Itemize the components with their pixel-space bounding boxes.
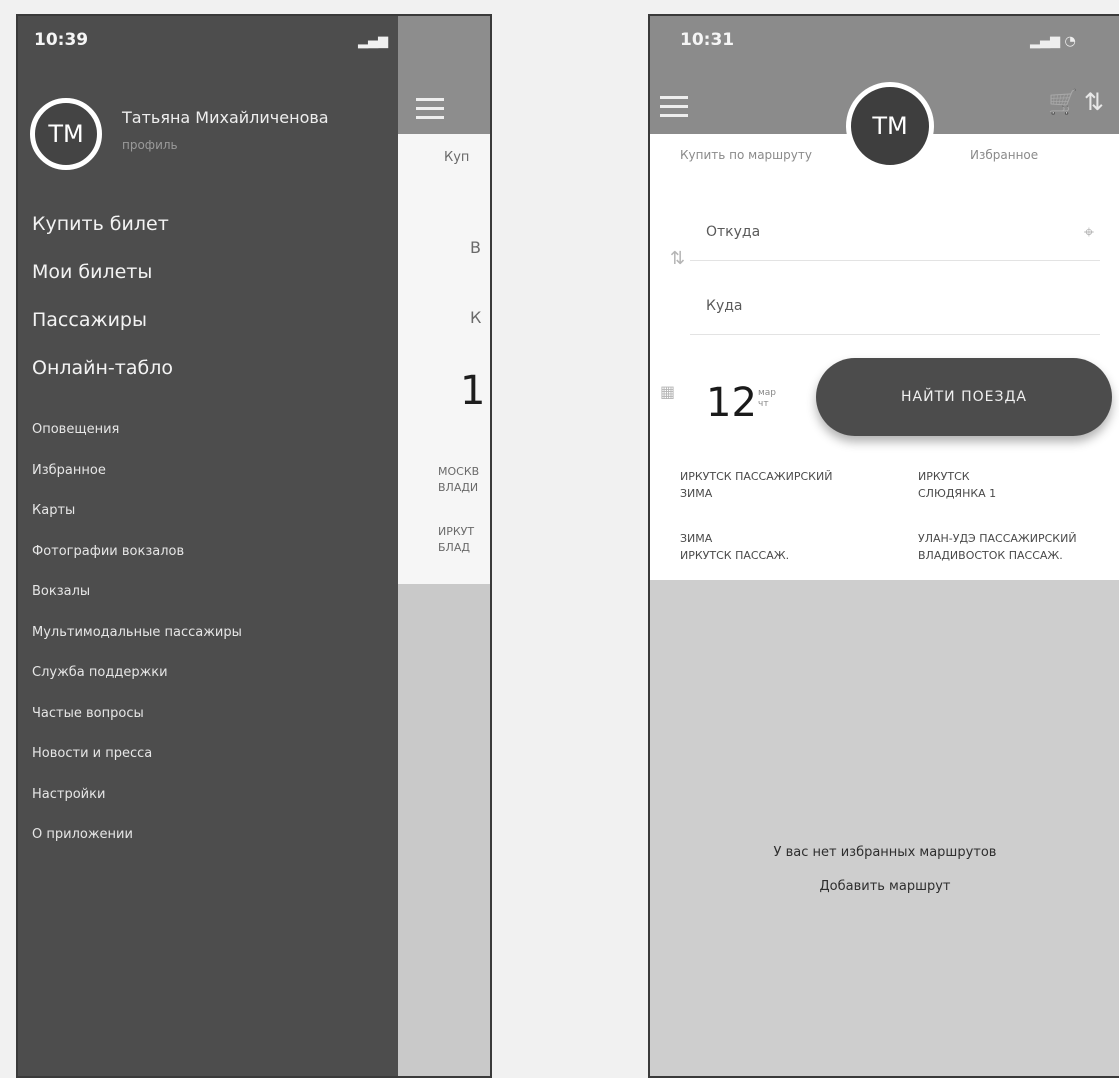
avatar[interactable]: ТМ — [846, 82, 934, 170]
from-field[interactable]: Откуда ⌖ — [690, 204, 1100, 261]
underlying-date-fragment: 1 — [460, 368, 486, 414]
location-icon[interactable]: ⌖ — [1084, 222, 1094, 243]
signal-icon: ▂▄▆ ◔ — [1030, 34, 1076, 49]
recent-route[interactable]: УЛАН-УДЭ ПАССАЖИРСКИЙ ВЛАДИВОСТОК ПАССАЖ. — [918, 530, 1077, 564]
menu-item-about[interactable]: О приложении — [32, 815, 242, 856]
status-time: 10:39 — [34, 30, 89, 50]
menu-item-station-photos[interactable]: Фотографии вокзалов — [32, 532, 242, 573]
calendar-icon[interactable]: ▦ — [660, 382, 675, 401]
avatar[interactable]: ТМ — [30, 98, 102, 170]
cart-icon[interactable]: 🛒⇅ — [1048, 88, 1110, 116]
underlying-gray-area — [398, 584, 490, 1076]
date-month: мар чт — [758, 388, 777, 409]
menu-icon[interactable] — [416, 98, 444, 120]
navigation-drawer: 10:39 ▂▄▆ ТМ Татьяна Михайличенова профи… — [18, 16, 398, 1076]
tab-favorites[interactable]: Избранное — [970, 148, 1038, 162]
menu-item-online-board[interactable]: Онлайн-табло — [32, 344, 173, 392]
menu-item-passengers[interactable]: Пассажиры — [32, 296, 173, 344]
menu-item-support[interactable]: Служба поддержки — [32, 653, 242, 694]
menu-item-multimodal[interactable]: Мультимодальные пассажиры — [32, 613, 242, 654]
underlying-tab: Куп — [444, 150, 470, 165]
menu-item-notifications[interactable]: Оповещения — [32, 410, 242, 451]
underlying-to-fragment: К — [470, 308, 482, 327]
underlying-header — [398, 16, 490, 134]
find-trains-button[interactable]: НАЙТИ ПОЕЗДА — [816, 358, 1112, 436]
right-phone-screen: 10:31 ▂▄▆ ◔ 🛒⇅ ТМ Купить по маршруту Изб… — [648, 14, 1119, 1078]
tab-buy-by-route[interactable]: Купить по маршруту — [680, 148, 812, 162]
menu-item-stations[interactable]: Вокзалы — [32, 572, 242, 613]
recent-route[interactable]: ИРКУТСК ПАССАЖИРСКИЙ ЗИМА — [680, 468, 832, 502]
menu-item-buy-ticket[interactable]: Купить билет — [32, 200, 173, 248]
main-menu: Купить билет Мои билеты Пассажиры Онлайн… — [32, 200, 173, 392]
profile-link[interactable]: профиль — [122, 138, 178, 152]
status-time: 10:31 — [680, 30, 735, 50]
to-label: Куда — [706, 298, 743, 314]
recent-route[interactable]: ИРКУТСК СЛЮДЯНКА 1 — [918, 468, 996, 502]
menu-item-maps[interactable]: Карты — [32, 491, 242, 532]
menu-item-my-tickets[interactable]: Мои билеты — [32, 248, 173, 296]
underlying-route-fragment: ИРКУТ БЛАД — [438, 525, 475, 554]
menu-icon[interactable] — [660, 96, 688, 118]
menu-item-favorites[interactable]: Избранное — [32, 451, 242, 492]
date-day[interactable]: 12 — [706, 380, 757, 426]
empty-favorites: У вас нет избранных маршрутов Добавить м… — [650, 836, 1119, 904]
underlying-route-fragment: МОСКВ ВЛАДИ — [438, 465, 480, 494]
favorites-panel — [650, 580, 1119, 1076]
recent-route[interactable]: ЗИМА ИРКУТСК ПАССАЖ. — [680, 530, 789, 564]
menu-item-settings[interactable]: Настройки — [32, 775, 242, 816]
left-phone-screen: Куп В К 1 МОСКВ ВЛАДИ ИРКУТ БЛАД 10:39 ▂… — [16, 14, 492, 1078]
underlying-from-fragment: В — [470, 238, 481, 257]
swap-icon[interactable]: ⇅ — [670, 248, 685, 269]
secondary-menu: Оповещения Избранное Карты Фотографии во… — [32, 410, 242, 856]
underlying-body — [398, 134, 490, 584]
signal-icon: ▂▄▆ — [358, 34, 388, 49]
menu-item-news[interactable]: Новости и пресса — [32, 734, 242, 775]
user-name[interactable]: Татьяна Михайличенова — [122, 108, 329, 127]
add-route-link[interactable]: Добавить маршрут — [650, 870, 1119, 904]
empty-message: У вас нет избранных маршрутов — [773, 845, 997, 860]
to-field[interactable]: Куда — [690, 278, 1100, 335]
menu-item-faq[interactable]: Частые вопросы — [32, 694, 242, 735]
from-label: Откуда — [706, 224, 761, 240]
